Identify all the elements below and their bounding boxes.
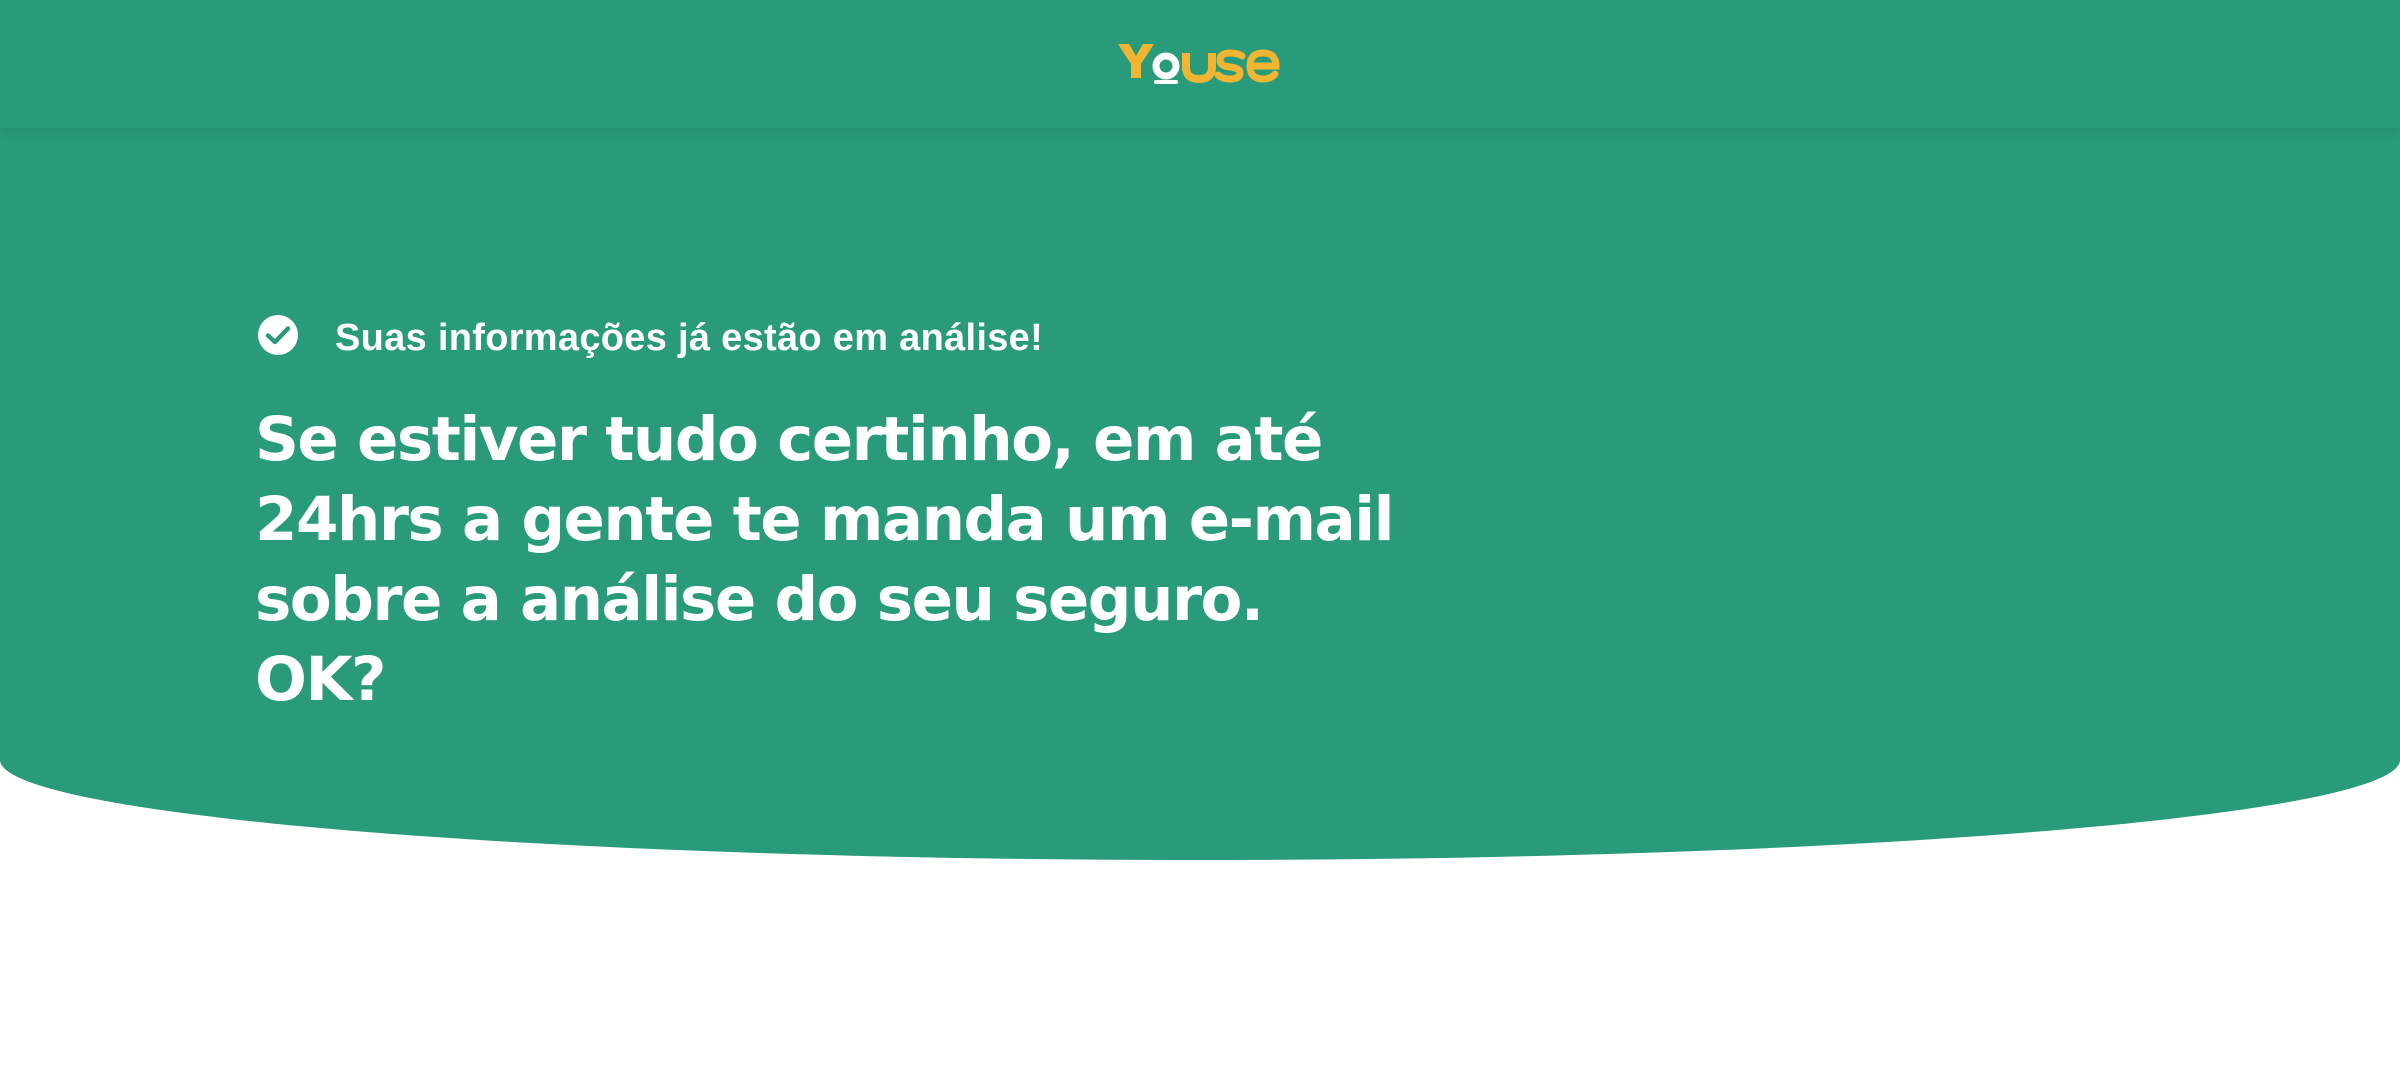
status-message: Suas informações já estão em análise! [257, 313, 1043, 359]
youse-logo[interactable] [1116, 32, 1284, 92]
check-circle-icon [257, 314, 299, 356]
status-text: Suas informações já estão em análise! [335, 317, 1044, 359]
youse-logo-mark [1118, 44, 1280, 84]
top-header [0, 0, 2400, 128]
page-headline: Se estiver tudo certinho, em até 24hrs a… [255, 404, 1395, 715]
page: Suas informações já estão em análise! Se… [0, 0, 2400, 1070]
hero-banner: Suas informações já estão em análise! Se… [0, 0, 2400, 860]
